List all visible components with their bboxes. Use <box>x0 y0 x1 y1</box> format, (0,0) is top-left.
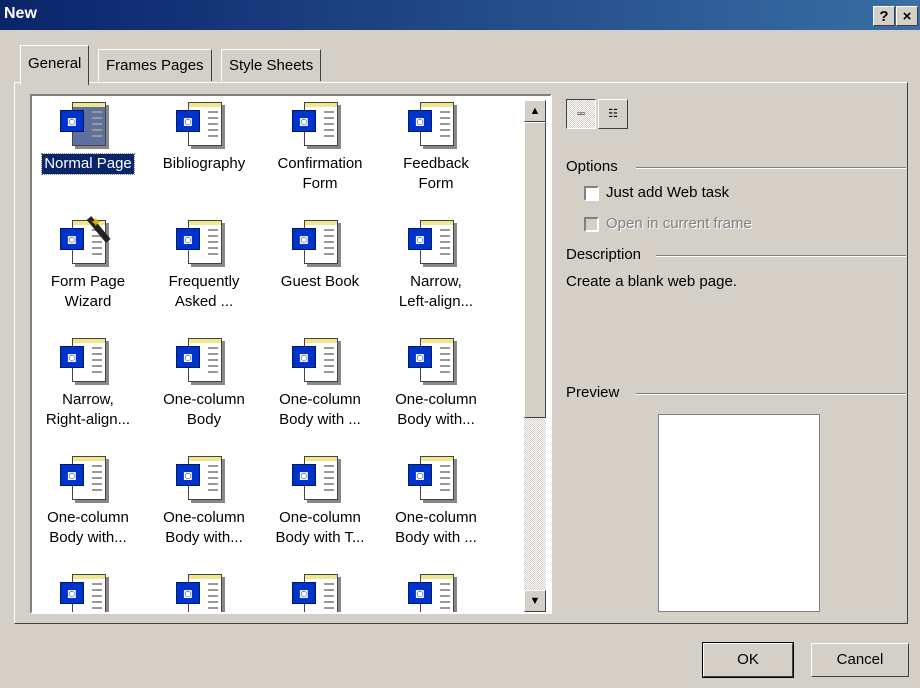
template-item[interactable]: ◙ One-column Body with... <box>32 454 144 548</box>
wizard-icon: ◙ ✦ <box>60 214 112 266</box>
page-template-icon: ◙ <box>292 336 344 384</box>
just-add-web-task-label[interactable]: Just add Web task <box>606 184 729 201</box>
page-template-icon: ◙ <box>176 218 228 266</box>
page-template-icon: ◙ <box>176 454 228 502</box>
page-template-icon: ◙ <box>292 454 344 502</box>
template-item[interactable]: ◙ <box>264 572 376 612</box>
options-group: Options <box>566 158 908 178</box>
details-view-icon: ☷ <box>608 108 618 120</box>
page-template-icon: ◙ <box>176 572 228 612</box>
template-label: Narrow, Right-align... <box>45 391 131 428</box>
page-template-icon: ◙ <box>408 572 460 612</box>
template-label: Normal Page <box>41 153 135 175</box>
template-item[interactable]: ◙ ✦ Form Page Wizard <box>32 214 144 312</box>
page-template-icon: ◙ <box>408 218 460 266</box>
template-label: Narrow, Left-align... <box>398 273 474 310</box>
options-heading: Options <box>566 158 618 175</box>
scroll-down-button[interactable]: ▼ <box>524 590 546 612</box>
tab-general[interactable]: General <box>20 45 90 85</box>
page-template-icon: ◙ <box>408 454 460 502</box>
page-template-icon: ◙ <box>292 100 344 148</box>
page-template-icon: ◙ <box>408 100 460 148</box>
tab-style-sheets[interactable]: Style Sheets <box>221 49 322 81</box>
template-item[interactable]: ◙ Narrow, Left-align... <box>380 218 492 312</box>
template-label: One-column Body with T... <box>275 509 365 546</box>
template-item[interactable]: ◙ Narrow, Right-align... <box>32 336 144 430</box>
page-template-icon: ◙ <box>408 336 460 384</box>
template-item[interactable]: ◙ <box>148 572 260 612</box>
template-label: Bibliography <box>162 155 246 172</box>
page-template-icon: ◙ <box>176 100 228 148</box>
template-label: One-column Body <box>163 391 245 428</box>
template-item[interactable]: ◙ Guest Book <box>264 218 376 292</box>
template-label: Feedback Form <box>403 155 469 192</box>
new-dialog: New ? × General Frames Pages Style Sheet… <box>0 0 920 688</box>
template-label: One-column Body with... <box>395 391 477 428</box>
open-in-current-frame-label: Open in current frame <box>606 215 752 232</box>
title-bar: New ? × <box>0 0 920 30</box>
template-item[interactable]: ◙ One-column Body <box>148 336 260 430</box>
description-text: Create a blank web page. <box>566 273 737 290</box>
template-item[interactable]: ◙ One-column Body with ... <box>264 336 376 430</box>
description-rule <box>656 255 906 257</box>
normal-page-icon: ◙ <box>60 100 112 148</box>
template-label: One-column Body with ... <box>279 391 361 428</box>
page-template-icon: ◙ <box>292 218 344 266</box>
details-view-button[interactable]: ☷ <box>598 99 628 129</box>
template-item[interactable]: ◙ Confirmation Form <box>264 100 376 194</box>
template-list[interactable]: ◙ Normal Page ◙ Bibliography ◙ Confirmation F… <box>30 94 552 614</box>
template-label: Frequently Asked ... <box>168 273 240 310</box>
template-item[interactable]: ◙ Feedback Form <box>380 100 492 194</box>
template-item[interactable]: ◙ One-column Body with ... <box>380 454 492 548</box>
description-heading: Description <box>566 246 642 263</box>
template-list-scrollbar[interactable]: ▲ ▼ <box>524 100 546 612</box>
template-item[interactable]: ◙ Frequently Asked ... <box>148 218 260 312</box>
page-template-icon: ◙ <box>292 572 344 612</box>
ok-button[interactable]: OK <box>702 642 794 678</box>
large-icons-view-icon: ▫▫ <box>577 108 585 120</box>
help-button[interactable]: ? <box>873 6 895 26</box>
template-label: One-column Body with... <box>163 509 245 546</box>
tab-frames-pages[interactable]: Frames Pages <box>98 49 212 81</box>
close-button[interactable]: × <box>896 6 918 26</box>
scroll-thumb[interactable] <box>524 122 546 418</box>
preview-rule <box>636 393 906 395</box>
just-add-web-task-checkbox[interactable] <box>584 186 599 201</box>
page-template-icon: ◙ <box>60 454 112 502</box>
preview-group: Preview <box>566 384 908 404</box>
template-item[interactable]: ◙ One-column Body with... <box>380 336 492 430</box>
template-item[interactable]: ◙ <box>32 572 144 612</box>
window-title: New <box>4 5 37 22</box>
page-template-icon: ◙ <box>60 336 112 384</box>
preview-heading: Preview <box>566 384 620 401</box>
template-label: One-column Body with ... <box>395 509 477 546</box>
template-item[interactable]: ◙ One-column Body with... <box>148 454 260 548</box>
template-item[interactable]: ◙ <box>380 572 492 612</box>
scroll-up-button[interactable]: ▲ <box>524 100 546 122</box>
template-label: Form Page Wizard <box>50 273 126 310</box>
open-in-current-frame-checkbox <box>584 217 599 232</box>
large-icons-view-button[interactable]: ▫▫ <box>566 99 596 129</box>
template-label: Confirmation Form <box>277 155 363 192</box>
description-group: Description <box>566 246 908 266</box>
cancel-button[interactable]: Cancel <box>811 643 909 677</box>
template-label: One-column Body with... <box>47 509 129 546</box>
template-item[interactable]: ◙ One-column Body with T... <box>264 454 376 548</box>
template-item[interactable]: ◙ Normal Page <box>32 100 144 175</box>
page-template-icon: ◙ <box>60 572 112 612</box>
template-item[interactable]: ◙ Bibliography <box>148 100 260 174</box>
page-template-icon: ◙ <box>176 336 228 384</box>
template-label: Guest Book <box>280 273 360 290</box>
options-rule <box>636 167 906 169</box>
preview-box <box>658 414 820 612</box>
